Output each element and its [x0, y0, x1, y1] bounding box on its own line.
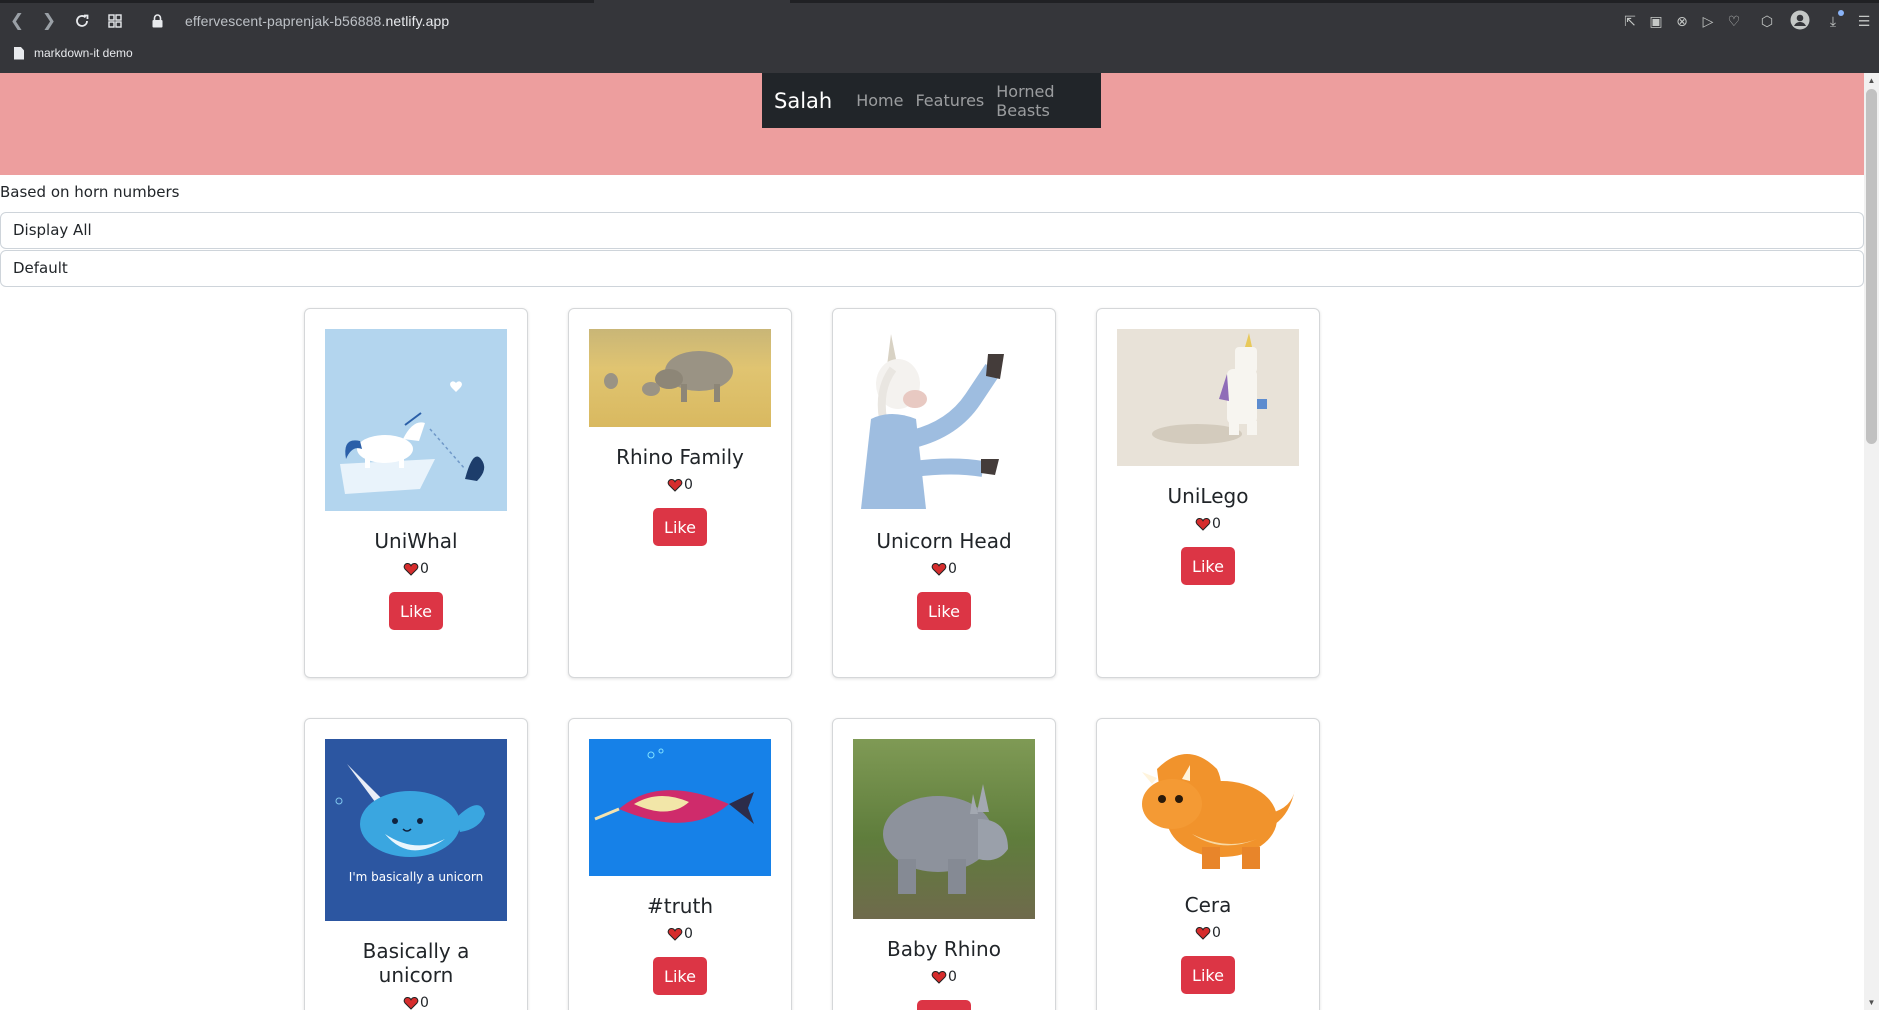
card-title: UniWhal — [374, 529, 458, 553]
bookmark-item[interactable]: markdown-it demo — [14, 46, 133, 60]
like-count-value: 0 — [420, 561, 429, 577]
beast-card: UniLego 0 Like — [1096, 308, 1320, 678]
beast-card: #truth 0 Like — [568, 718, 792, 1010]
horn-filter-select[interactable]: Display All — [0, 212, 1864, 249]
like-button[interactable]: Like — [1181, 547, 1235, 585]
sort-select[interactable]: Default — [0, 250, 1864, 287]
beast-card: Baby Rhino 0 Like — [832, 718, 1056, 1010]
browser-chrome: ❮ ❯ effervescent-paprenjak-b56888.netlif… — [0, 0, 1879, 73]
url-domain: netlify.app — [385, 13, 450, 29]
filter-label: Based on horn numbers — [0, 183, 180, 201]
beast-card: I'm basically a unicorn Basically a unic… — [304, 718, 528, 1010]
heart-icon — [403, 562, 419, 576]
nav-link-home[interactable]: Home — [856, 91, 903, 110]
heart-outline-icon[interactable]: ♡ — [1723, 10, 1745, 32]
card-title: Unicorn Head — [876, 529, 1012, 553]
nav-link-features[interactable]: Features — [915, 91, 984, 110]
like-count: 0 — [1195, 925, 1221, 941]
like-button[interactable]: Like — [653, 508, 707, 546]
reload-icon[interactable] — [71, 10, 93, 32]
browser-toolbar: ❮ ❯ effervescent-paprenjak-b56888.netlif… — [0, 6, 1879, 38]
screenshot-icon[interactable]: ▣ — [1645, 10, 1667, 32]
like-button[interactable]: Like — [1181, 956, 1235, 994]
beast-card: Unicorn Head 0 Like — [832, 308, 1056, 678]
beast-image[interactable] — [589, 739, 771, 876]
scroll-up-icon[interactable]: ▲ — [1867, 76, 1876, 85]
nav-link-horned-beasts[interactable]: Horned Beasts — [996, 82, 1089, 120]
like-button[interactable]: Like — [917, 999, 971, 1010]
card-title: UniLego — [1167, 484, 1249, 508]
beast-image[interactable] — [1117, 739, 1299, 875]
card-title: Basically a unicorn — [362, 939, 470, 987]
scroll-down-icon[interactable]: ▼ — [1867, 998, 1876, 1007]
like-count: 0 — [931, 969, 957, 985]
like-button[interactable]: Like — [653, 957, 707, 995]
heart-icon — [931, 970, 947, 984]
beast-card: UniWhal 0 Like — [304, 308, 528, 678]
navbar-brand[interactable]: Salah — [774, 89, 832, 113]
url-prefix: effervescent-paprenjak-b56888. — [185, 13, 386, 29]
share-icon[interactable]: ⇱ — [1619, 10, 1641, 32]
like-count: 0 — [403, 995, 429, 1010]
heart-icon — [667, 927, 683, 941]
beast-image[interactable] — [853, 329, 1035, 511]
scrollbar-thumb[interactable] — [1866, 89, 1877, 444]
heart-icon — [403, 996, 419, 1010]
send-icon[interactable]: ▷ — [1697, 10, 1719, 32]
beast-image[interactable]: I'm basically a unicorn — [325, 739, 507, 921]
bookmark-label: markdown-it demo — [34, 46, 133, 60]
page-viewport: Salah Home Features Horned Beasts Based … — [0, 73, 1879, 1010]
heart-icon — [1195, 926, 1211, 940]
like-count: 0 — [403, 561, 429, 577]
beast-image[interactable] — [853, 739, 1035, 919]
beast-card: Cera 0 Like — [1096, 718, 1320, 1010]
cube-icon[interactable]: ⬡ — [1756, 10, 1778, 32]
like-count: 0 — [667, 477, 693, 493]
bookmarks-bar: markdown-it demo — [0, 44, 1879, 66]
tab-strip — [0, 0, 1879, 3]
document-icon — [14, 46, 24, 60]
adblock-icon[interactable]: ⊗ — [1671, 10, 1693, 32]
beast-card: Rhino Family 0 Like — [568, 308, 792, 678]
card-title: Cera — [1184, 893, 1232, 917]
active-tab[interactable] — [594, 0, 790, 3]
tab-grid-icon[interactable] — [104, 10, 126, 32]
like-count-value: 0 — [1212, 925, 1221, 941]
like-count-value: 0 — [684, 477, 693, 493]
heart-icon — [931, 562, 947, 576]
like-count-value: 0 — [948, 968, 957, 985]
beast-image[interactable] — [589, 329, 771, 427]
card-title: Baby Rhino — [887, 936, 1001, 961]
like-button[interactable]: Like — [917, 592, 971, 630]
like-count-value: 0 — [1212, 516, 1221, 532]
heart-icon — [667, 478, 683, 492]
menu-icon[interactable]: ☰ — [1853, 10, 1875, 32]
address-bar[interactable]: effervescent-paprenjak-b56888.netlify.ap… — [185, 13, 449, 29]
card-title: #truth — [646, 894, 713, 918]
navbar: Salah Home Features Horned Beasts — [762, 73, 1101, 128]
like-count: 0 — [1195, 516, 1221, 532]
header-banner: Salah Home Features Horned Beasts — [0, 73, 1864, 175]
card-title: Rhino Family — [616, 445, 744, 469]
beast-image[interactable] — [325, 329, 507, 511]
like-count-value: 0 — [684, 926, 693, 942]
profile-avatar-icon[interactable] — [1789, 10, 1811, 32]
scrollbar[interactable]: ▲ ▼ — [1864, 73, 1879, 1010]
forward-icon[interactable]: ❯ — [38, 10, 60, 32]
image-caption: I'm basically a unicorn — [349, 870, 483, 884]
like-button[interactable]: Like — [389, 592, 443, 630]
lock-icon[interactable] — [152, 14, 163, 33]
like-count: 0 — [931, 561, 957, 577]
heart-icon — [1195, 517, 1211, 531]
back-icon[interactable]: ❮ — [6, 10, 28, 32]
like-count: 0 — [667, 926, 693, 942]
like-count-value: 0 — [420, 995, 429, 1010]
like-count-value: 0 — [948, 561, 957, 577]
toolbar-actions: ⇱ ▣ ⊗ ▷ ♡ ⬡ ⤓ ☰ — [1619, 10, 1879, 32]
beast-image[interactable] — [1117, 329, 1299, 466]
download-icon[interactable]: ⤓ — [1822, 10, 1844, 32]
